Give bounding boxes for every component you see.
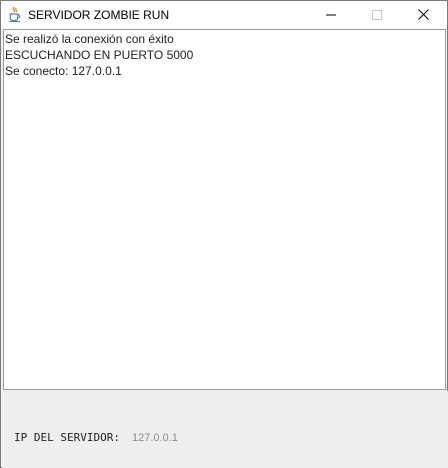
log-line: Se conecto: 127.0.0.1 xyxy=(5,64,122,78)
maximize-icon xyxy=(372,7,382,25)
log-line: Se realizó la conexión con éxito xyxy=(5,32,174,46)
ip-value: 127.0.0.1 xyxy=(132,432,178,444)
title-bar[interactable]: SERVIDOR ZOMBIE RUN xyxy=(1,1,447,30)
server-log-textarea[interactable]: Se realizó la conexión con éxito ESCUCHA… xyxy=(3,29,446,390)
close-icon xyxy=(417,7,429,25)
window-title: SERVIDOR ZOMBIE RUN xyxy=(28,8,170,22)
close-button[interactable] xyxy=(400,1,446,30)
minimize-icon xyxy=(326,7,336,25)
footer-panel: IP DEL SERVIDOR: 127.0.0.1 xyxy=(2,391,448,468)
log-line: ESCUCHANDO EN PUERTO 5000 xyxy=(5,48,194,62)
java-cup-icon[interactable] xyxy=(7,6,22,23)
minimize-button[interactable] xyxy=(308,1,354,30)
maximize-button[interactable] xyxy=(354,1,400,30)
app-window: SERVIDOR ZOMBIE RUN Se realizó la conexi… xyxy=(0,0,448,468)
ip-label: IP DEL SERVIDOR: xyxy=(14,431,120,444)
